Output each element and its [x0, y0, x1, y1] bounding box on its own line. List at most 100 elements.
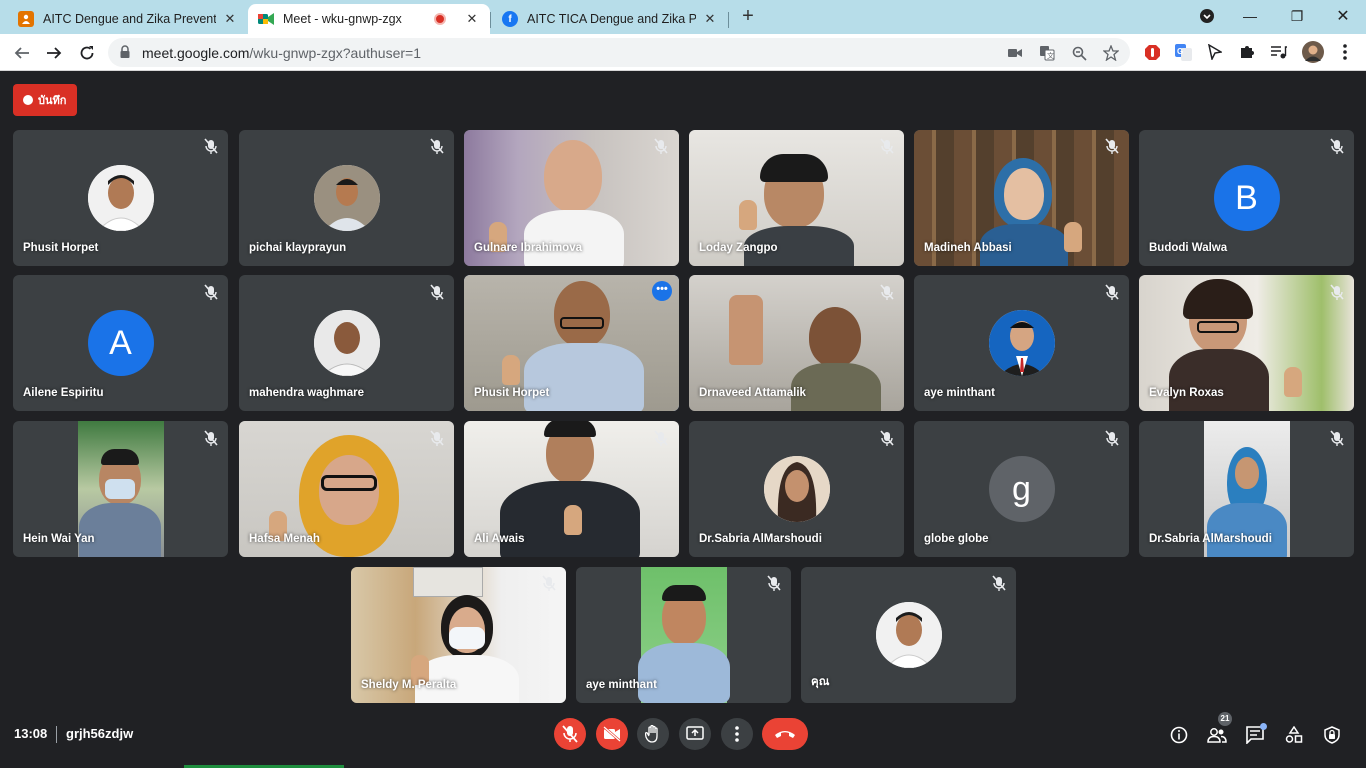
info-icon — [1170, 726, 1188, 744]
leave-call-button[interactable] — [762, 718, 808, 750]
activities-button[interactable] — [1283, 724, 1305, 746]
address-bar[interactable]: meet.google.com/wku-gnwp-zgx?authuser=1 … — [108, 38, 1130, 67]
meeting-code: grjh56zdjw — [66, 726, 134, 741]
participant-avatar — [313, 165, 380, 231]
svg-text:文: 文 — [1047, 51, 1054, 60]
more-options-button[interactable] — [721, 718, 753, 750]
participant-tile[interactable]: A Ailene Espiritu — [13, 275, 228, 411]
participant-video-tile[interactable]: Loday Zangpo — [689, 130, 904, 266]
participant-name: Dr.Sabria AlMarshoudi — [699, 533, 822, 545]
participant-avatar: A — [87, 310, 154, 376]
participant-name: Dr.Sabria AlMarshoudi — [1149, 533, 1272, 545]
new-tab-icon[interactable]: + — [738, 6, 758, 27]
recording-chip[interactable]: บันทึก — [13, 84, 77, 116]
tab-meet[interactable]: Meet - wku-gnwp-zgx ✕ — [248, 4, 490, 34]
close-tab-icon[interactable]: ✕ — [702, 11, 718, 27]
participant-tile[interactable]: B Budodi Walwa — [1139, 130, 1354, 266]
participant-name: Phusit Horpet — [474, 387, 550, 399]
participant-name: Budodi Walwa — [1149, 242, 1228, 254]
bookmark-star-icon[interactable] — [1102, 44, 1120, 62]
participant-name: Evalyn Roxas — [1149, 387, 1224, 399]
participant-video-tile[interactable]: Madineh Abbasi — [914, 130, 1129, 266]
participant-name: คุณ — [811, 676, 830, 688]
participant-name: Drnaveed Attamalik — [699, 387, 806, 399]
participant-video-tile[interactable]: aye minthant — [576, 567, 791, 703]
people-icon — [1207, 728, 1227, 743]
participant-count-badge: 21 — [1218, 712, 1232, 726]
camera-off-icon — [603, 726, 621, 742]
present-screen-button[interactable] — [679, 718, 711, 750]
recording-dot-icon — [23, 95, 33, 105]
participant-video-tile[interactable]: ••• Phusit Horpet — [464, 275, 679, 411]
extensions-puzzle-icon[interactable] — [1238, 43, 1256, 61]
participant-video-tile[interactable]: Gulnare Ibrahimova — [464, 130, 679, 266]
profile-avatar[interactable] — [1302, 41, 1324, 63]
close-tab-icon[interactable]: ✕ — [222, 11, 238, 27]
participant-tile[interactable]: g globe globe — [914, 421, 1129, 557]
participant-video-tile[interactable]: Ali Awais — [464, 421, 679, 557]
adblock-extension-icon[interactable] — [1143, 43, 1161, 61]
people-button[interactable] — [1206, 724, 1228, 746]
participant-avatar — [988, 310, 1055, 376]
participant-avatar — [875, 602, 942, 668]
back-icon[interactable] — [10, 41, 34, 65]
reload-icon[interactable] — [75, 41, 99, 65]
facebook-icon: f — [502, 11, 518, 27]
tab-divider — [728, 12, 729, 28]
host-controls-button[interactable] — [1321, 724, 1343, 746]
participant-video-tile[interactable]: Hafsa Menah — [239, 421, 454, 557]
participant-video-tile[interactable]: Evalyn Roxas — [1139, 275, 1354, 411]
meet-icon — [258, 11, 274, 27]
participant-tile[interactable]: pichai klayprayun — [239, 130, 454, 266]
tab-title: AITC TICA Dengue and Zika Prev — [527, 12, 696, 26]
close-window-icon[interactable]: ✕ — [1333, 6, 1353, 26]
participant-video-tile[interactable]: Dr.Sabria AlMarshoudi — [1139, 421, 1354, 557]
google-translate-extension-icon[interactable]: G — [1174, 43, 1192, 61]
participant-tile[interactable]: mahendra waghmare — [239, 275, 454, 411]
participant-name: Phusit Horpet — [23, 242, 99, 254]
participant-tile[interactable]: aye minthant — [914, 275, 1129, 411]
tab-aitc-tica[interactable]: f AITC TICA Dengue and Zika Prev ✕ — [492, 4, 728, 34]
person-icon — [18, 11, 34, 27]
minimize-icon[interactable]: — — [1240, 6, 1260, 26]
tab-divider — [490, 12, 491, 28]
camera-in-use-icon[interactable] — [1006, 44, 1024, 62]
participant-name: aye minthant — [924, 387, 995, 399]
tab-title: AITC Dengue and Zika Prevention — [43, 12, 216, 26]
participant-avatar: g — [988, 456, 1055, 522]
participant-avatar — [763, 456, 830, 522]
participant-name: Ali Awais — [474, 533, 525, 545]
present-icon — [686, 726, 704, 740]
participant-avatar — [87, 165, 154, 231]
participant-name: Loday Zangpo — [699, 242, 778, 254]
lock-icon — [120, 45, 130, 58]
participant-video-tile[interactable]: Hein Wai Yan — [13, 421, 228, 557]
close-tab-icon[interactable]: ✕ — [464, 11, 480, 27]
meeting-info-button[interactable] — [1168, 724, 1190, 746]
cursor-extension-icon[interactable] — [1206, 43, 1224, 61]
participant-tile[interactable]: Phusit Horpet — [13, 130, 228, 266]
participant-name: Sheldy M. Peralta — [361, 679, 457, 691]
participant-video-tile[interactable]: Sheldy M. Peralta — [351, 567, 566, 703]
more-options-icon[interactable]: ••• — [652, 281, 672, 301]
camera-toggle-button[interactable] — [596, 718, 628, 750]
microphone-toggle-button[interactable] — [554, 718, 586, 750]
tab-search-icon[interactable] — [1197, 6, 1217, 26]
media-control-icon[interactable] — [1270, 43, 1288, 61]
participant-name: Hafsa Menah — [249, 533, 320, 545]
forward-icon[interactable] — [42, 41, 66, 65]
participant-tile[interactable]: Dr.Sabria AlMarshoudi — [689, 421, 904, 557]
participant-name: globe globe — [924, 533, 989, 545]
translate-icon[interactable]: 文 — [1038, 44, 1056, 62]
hand-icon — [645, 725, 658, 743]
participant-tile[interactable]: คุณ — [801, 567, 1016, 703]
participant-name: Gulnare Ibrahimova — [474, 242, 583, 254]
raise-hand-button[interactable] — [637, 718, 669, 750]
participant-video-tile[interactable]: Drnaveed Attamalik — [689, 275, 904, 411]
tab-aitc-dengue[interactable]: AITC Dengue and Zika Prevention ✕ — [8, 4, 248, 34]
restore-icon[interactable]: ❐ — [1287, 6, 1307, 26]
browser-menu-icon[interactable] — [1336, 43, 1354, 61]
zoom-icon[interactable] — [1070, 44, 1088, 62]
participant-avatar: B — [1213, 165, 1280, 231]
browser-toolbar: meet.google.com/wku-gnwp-zgx?authuser=1 … — [0, 34, 1366, 71]
